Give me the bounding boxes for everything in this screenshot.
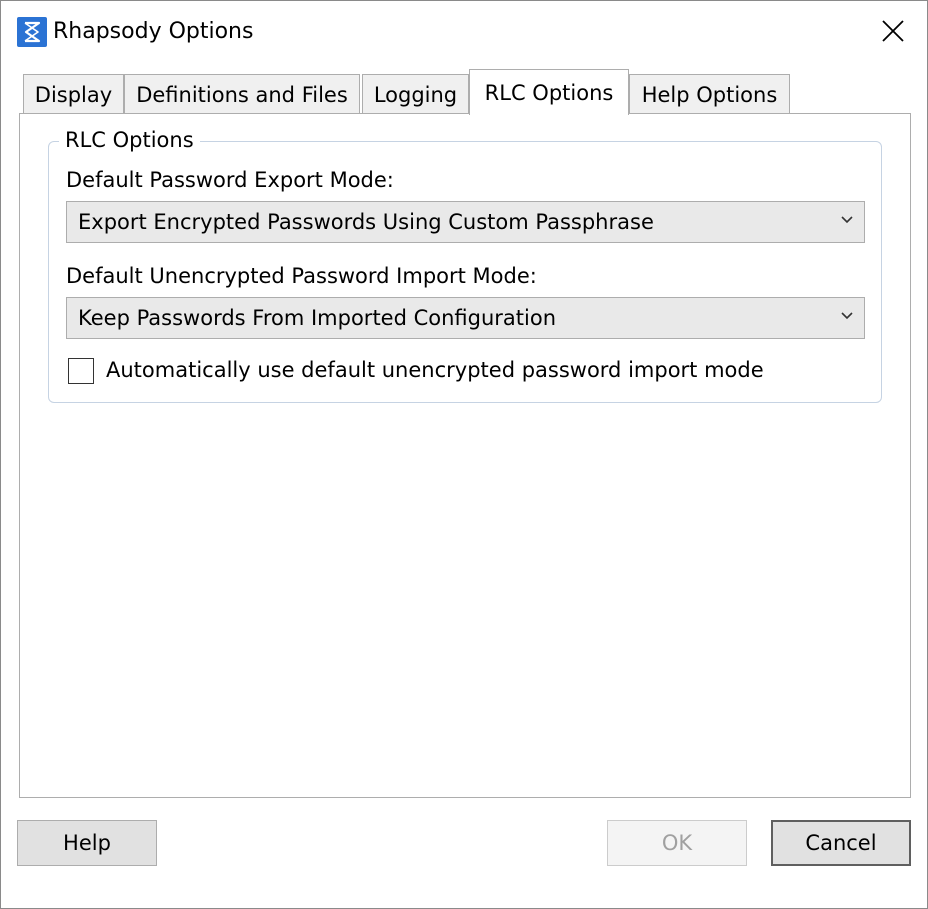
- import-mode-value: Keep Passwords From Imported Configurati…: [78, 306, 557, 330]
- export-mode-dropdown[interactable]: Export Encrypted Passwords Using Custom …: [66, 201, 865, 243]
- title-bar: Rhapsody Options: [1, 1, 927, 61]
- auto-import-mode-checkbox[interactable]: [68, 358, 94, 384]
- import-mode-label: Default Unencrypted Password Import Mode…: [66, 264, 537, 288]
- group-title: RLC Options: [59, 126, 200, 154]
- chevron-down-icon: [841, 312, 853, 320]
- chevron-down-icon: [841, 216, 853, 224]
- export-mode-value: Export Encrypted Passwords Using Custom …: [78, 210, 654, 234]
- help-button[interactable]: Help: [17, 820, 157, 866]
- import-mode-dropdown[interactable]: Keep Passwords From Imported Configurati…: [66, 297, 865, 339]
- auto-import-mode-label[interactable]: Automatically use default unencrypted pa…: [106, 356, 764, 384]
- rlc-options-group: RLC Options Default Password Export Mode…: [48, 126, 882, 403]
- cancel-button[interactable]: Cancel: [771, 820, 911, 866]
- tab-help-options[interactable]: Help Options: [629, 74, 790, 113]
- export-mode-label: Default Password Export Mode:: [66, 168, 394, 192]
- tab-display[interactable]: Display: [23, 74, 124, 113]
- tab-panel-rlc-options: RLC Options Default Password Export Mode…: [19, 113, 911, 798]
- rhapsody-app-icon: [17, 17, 47, 47]
- options-dialog: Rhapsody Options Display Definitions and…: [0, 0, 928, 909]
- tab-definitions-and-files[interactable]: Definitions and Files: [124, 74, 360, 113]
- close-button[interactable]: [867, 11, 919, 51]
- window-title: Rhapsody Options: [53, 19, 254, 44]
- tab-rlc-options[interactable]: RLC Options: [469, 69, 629, 115]
- close-icon: [882, 20, 904, 42]
- tab-logging[interactable]: Logging: [362, 74, 469, 113]
- ok-button[interactable]: OK: [607, 820, 747, 866]
